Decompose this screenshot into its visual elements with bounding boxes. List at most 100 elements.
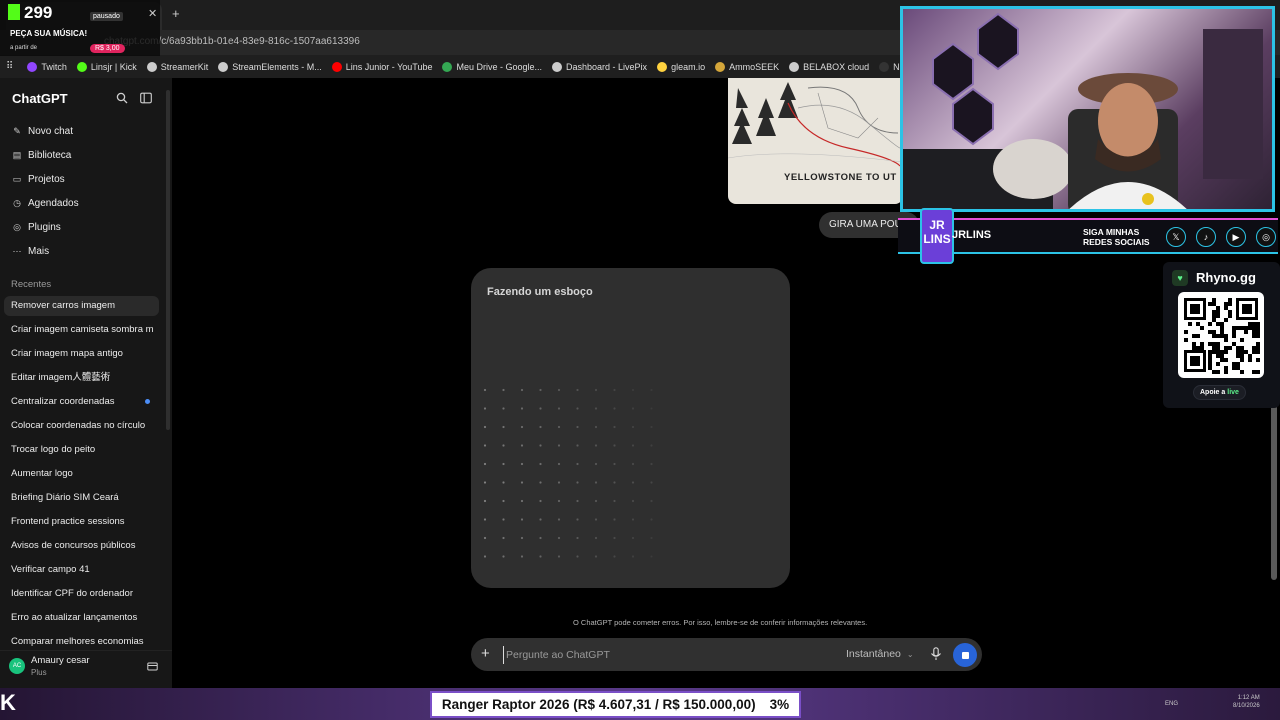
sidebar-item-mais[interactable]: ⋯ Mais	[12, 246, 50, 257]
chat-history-item[interactable]: Remover carros imagem	[4, 296, 159, 316]
loading-dot	[594, 499, 598, 503]
qr-module	[1256, 346, 1260, 350]
qr-module	[1220, 350, 1224, 354]
qr-module	[1212, 310, 1216, 314]
qr-module	[1224, 350, 1228, 354]
bookmark-label: gleam.io	[671, 61, 706, 72]
bookmark-item[interactable]: AmmoSEEK	[715, 61, 779, 72]
qr-module	[1224, 318, 1228, 322]
loading-dot	[594, 462, 598, 466]
brand-title[interactable]: ChatGPT	[12, 91, 68, 106]
close-tab-icon[interactable]: ✕	[148, 7, 157, 20]
clock[interactable]: 1:12 AM 8/10/2026	[1233, 694, 1260, 710]
bookmark-item[interactable]: Dashboard - LivePix	[552, 61, 647, 72]
sidebar-item-biblioteca[interactable]: ▤ Biblioteca	[12, 150, 72, 161]
stop-generating-button[interactable]	[953, 643, 977, 667]
microphone-icon[interactable]	[930, 647, 942, 661]
main-scrollbar[interactable]	[1271, 380, 1277, 580]
loading-dot	[576, 425, 579, 429]
qr-module	[1216, 346, 1220, 350]
prompt-input[interactable]	[503, 646, 823, 664]
loading-dot	[576, 462, 579, 466]
generated-map-image[interactable]	[728, 78, 903, 204]
loading-dot	[483, 481, 487, 484]
qr-module	[1236, 366, 1240, 370]
instagram-icon: ◎	[1256, 227, 1276, 247]
loading-dot	[613, 499, 616, 503]
loading-dot	[594, 407, 598, 410]
sidebar-item-plugins[interactable]: ◎ Plugins	[12, 222, 61, 233]
chat-history-item[interactable]: Avisos de concursos públicos	[4, 536, 159, 556]
price-from-label: a partir de	[10, 45, 38, 51]
bookmark-item[interactable]: StreamerKit	[146, 61, 208, 72]
qr-module	[1188, 322, 1192, 326]
chat-history-item[interactable]: Colocar coordenadas no círculo	[4, 416, 159, 436]
kick-logo-icon	[8, 4, 20, 20]
chat-history-item[interactable]: Trocar logo do peito	[4, 440, 159, 460]
search-icon[interactable]	[116, 92, 128, 104]
chat-history-item[interactable]: Criar imagem mapa antigo	[4, 344, 159, 364]
avatar[interactable]: AC	[9, 658, 25, 674]
sidebar-item-projetos[interactable]: ▭ Projetos	[12, 174, 65, 185]
qr-module	[1232, 342, 1236, 346]
bookmark-item[interactable]: BELABOX cloud	[789, 61, 869, 72]
qr-module	[1248, 358, 1252, 362]
new-tab-icon[interactable]: +	[172, 6, 180, 21]
loading-dot-grid	[483, 388, 653, 558]
chat-history-item[interactable]: Criar imagem camiseta sombra m	[4, 320, 159, 340]
model-selector[interactable]: Instantâneo ⌄	[846, 648, 914, 660]
qr-module	[1216, 322, 1220, 326]
bookmark-item[interactable]: Lins Junior - YouTube	[331, 61, 432, 72]
qr-module	[1252, 330, 1256, 334]
loading-dot	[576, 407, 579, 410]
loading-dot	[483, 499, 487, 503]
model-label: Instantâneo	[846, 648, 901, 660]
qr-module	[1242, 304, 1252, 314]
bookmark-item[interactable]: Meu Drive - Google...	[442, 61, 542, 72]
chat-history-item[interactable]: Briefing Diário SIM Ceará	[4, 488, 159, 508]
qr-module	[1256, 330, 1260, 334]
loading-dot	[483, 536, 487, 540]
loading-dot	[650, 518, 653, 521]
qr-code-image	[1178, 292, 1264, 378]
chat-history-item[interactable]: Frontend practice sessions	[4, 512, 159, 532]
chat-history-item[interactable]: Identificar CPF do ordenador	[4, 584, 159, 604]
qr-module	[1212, 350, 1216, 354]
loading-dot	[650, 499, 653, 503]
bookmark-item[interactable]: Twitch	[27, 61, 67, 72]
alert-status-badge: pausado	[90, 12, 123, 21]
qr-module	[1192, 342, 1196, 346]
bookmark-item[interactable]: Linsjr | Kick	[76, 61, 137, 72]
bookmark-label: Twitch	[41, 61, 67, 72]
chat-history-item[interactable]: Centralizar coordenadas	[4, 392, 159, 412]
loading-dot	[613, 407, 616, 410]
sidebar-scrollbar[interactable]	[166, 90, 170, 430]
bookmark-item[interactable]: StreamElements - M...	[218, 61, 322, 72]
chat-history-item[interactable]: Editar imagem人體藝術	[4, 368, 159, 388]
loading-dot	[502, 462, 505, 466]
qr-module	[1208, 366, 1212, 370]
add-attachment-button[interactable]: +	[481, 645, 490, 662]
qr-module	[1216, 306, 1220, 310]
loading-dot	[576, 518, 579, 521]
chat-history-item[interactable]: Comparar melhores economias	[4, 632, 159, 646]
sidebar-toggle-icon[interactable]	[140, 92, 152, 104]
loading-dot	[520, 425, 524, 429]
gift-icon[interactable]	[147, 660, 158, 671]
loading-dot	[594, 536, 598, 540]
qr-module	[1240, 354, 1244, 358]
language-indicator[interactable]: ENG	[1165, 701, 1178, 707]
loading-dot	[631, 481, 635, 484]
chat-history-item[interactable]: Aumentar logo	[4, 464, 159, 484]
edit-icon: ✎	[13, 126, 21, 136]
loading-dot	[520, 518, 524, 521]
chat-history-item[interactable]: Verificar campo 41	[4, 560, 159, 580]
bookmark-favicon-icon	[76, 61, 87, 72]
sidebar-item-novo-chat[interactable]: ✎ Novo chat	[12, 126, 73, 137]
chat-history-item[interactable]: Erro ao atualizar lançamentos	[4, 608, 159, 628]
qr-module	[1240, 358, 1244, 362]
loading-dot	[539, 462, 542, 466]
sidebar-item-agendados[interactable]: ◷ Agendados	[12, 198, 79, 209]
apps-grid-icon[interactable]: ⠿	[6, 61, 13, 72]
bookmark-item[interactable]: gleam.io	[657, 61, 706, 72]
